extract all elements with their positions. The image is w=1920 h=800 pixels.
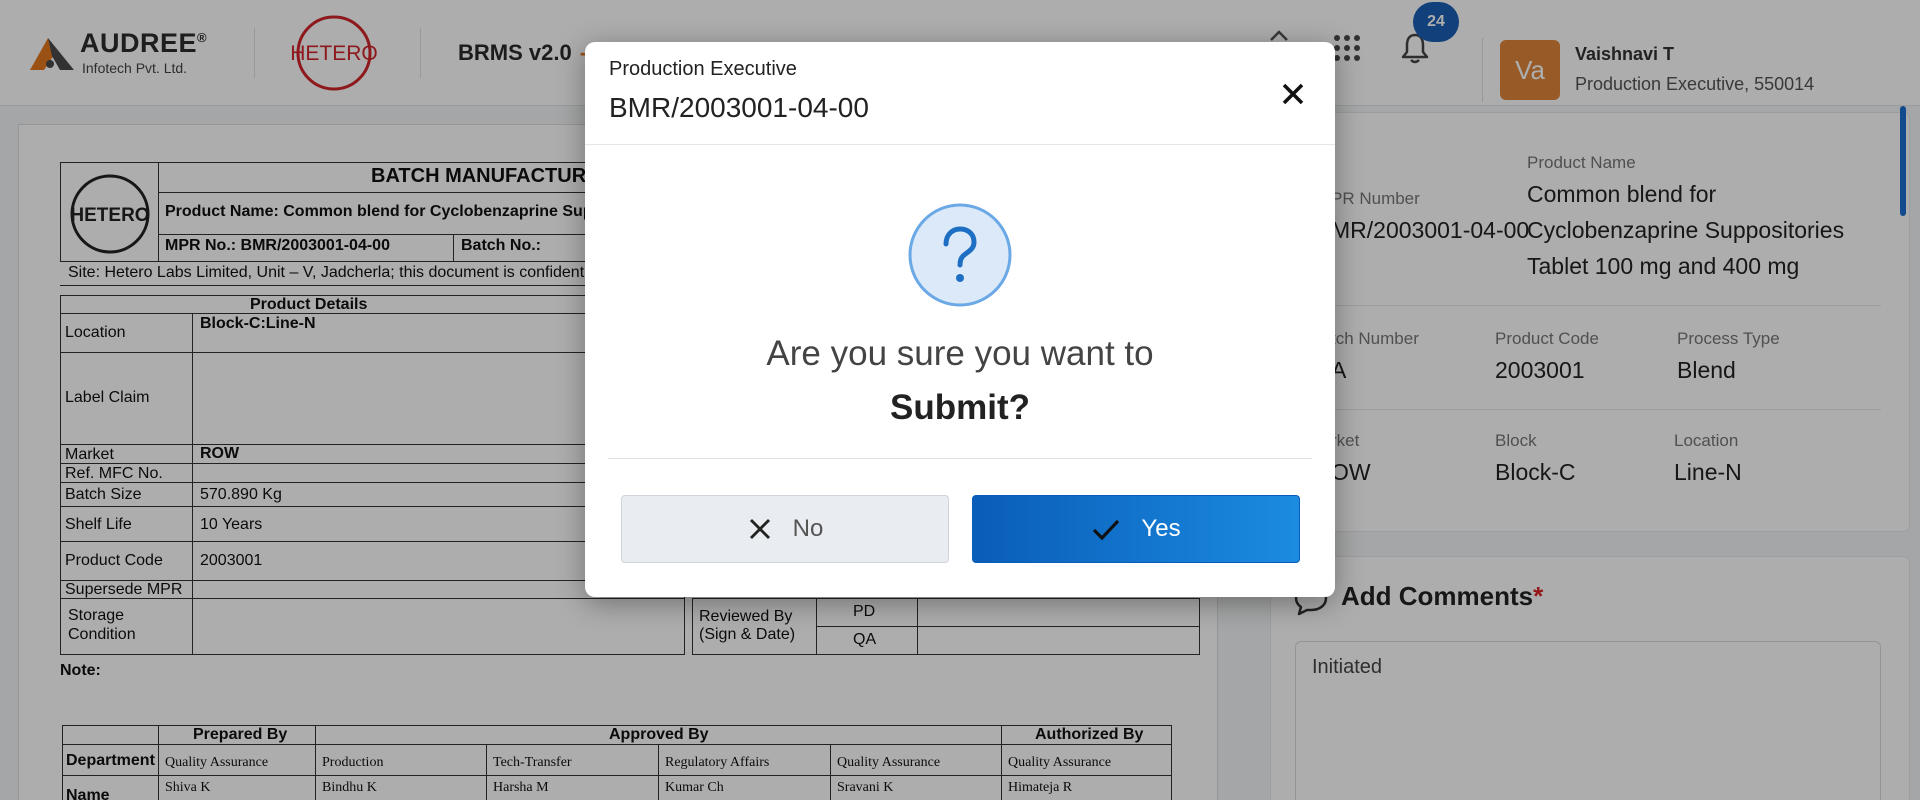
yes-button-label: Yes <box>1141 515 1181 542</box>
dialog-role: Production Executive <box>609 58 797 80</box>
close-icon <box>749 519 770 539</box>
yes-button[interactable]: Yes <box>972 495 1300 563</box>
dialog-question: Are you sure you want to <box>766 334 1154 373</box>
no-button[interactable]: No <box>621 495 949 563</box>
question-icon <box>908 203 1012 307</box>
dialog-record-id: BMR/2003001-04-00 <box>609 92 869 123</box>
close-icon <box>1282 83 1304 105</box>
dialog-action: Submit? <box>890 388 1030 427</box>
check-icon <box>1093 519 1120 541</box>
confirm-dialog: Production Executive BMR/2003001-04-00 A… <box>585 42 1335 597</box>
dialog-divider <box>608 458 1312 459</box>
close-button[interactable] <box>1275 76 1311 112</box>
dialog-divider <box>585 144 1335 145</box>
no-button-label: No <box>792 515 824 542</box>
